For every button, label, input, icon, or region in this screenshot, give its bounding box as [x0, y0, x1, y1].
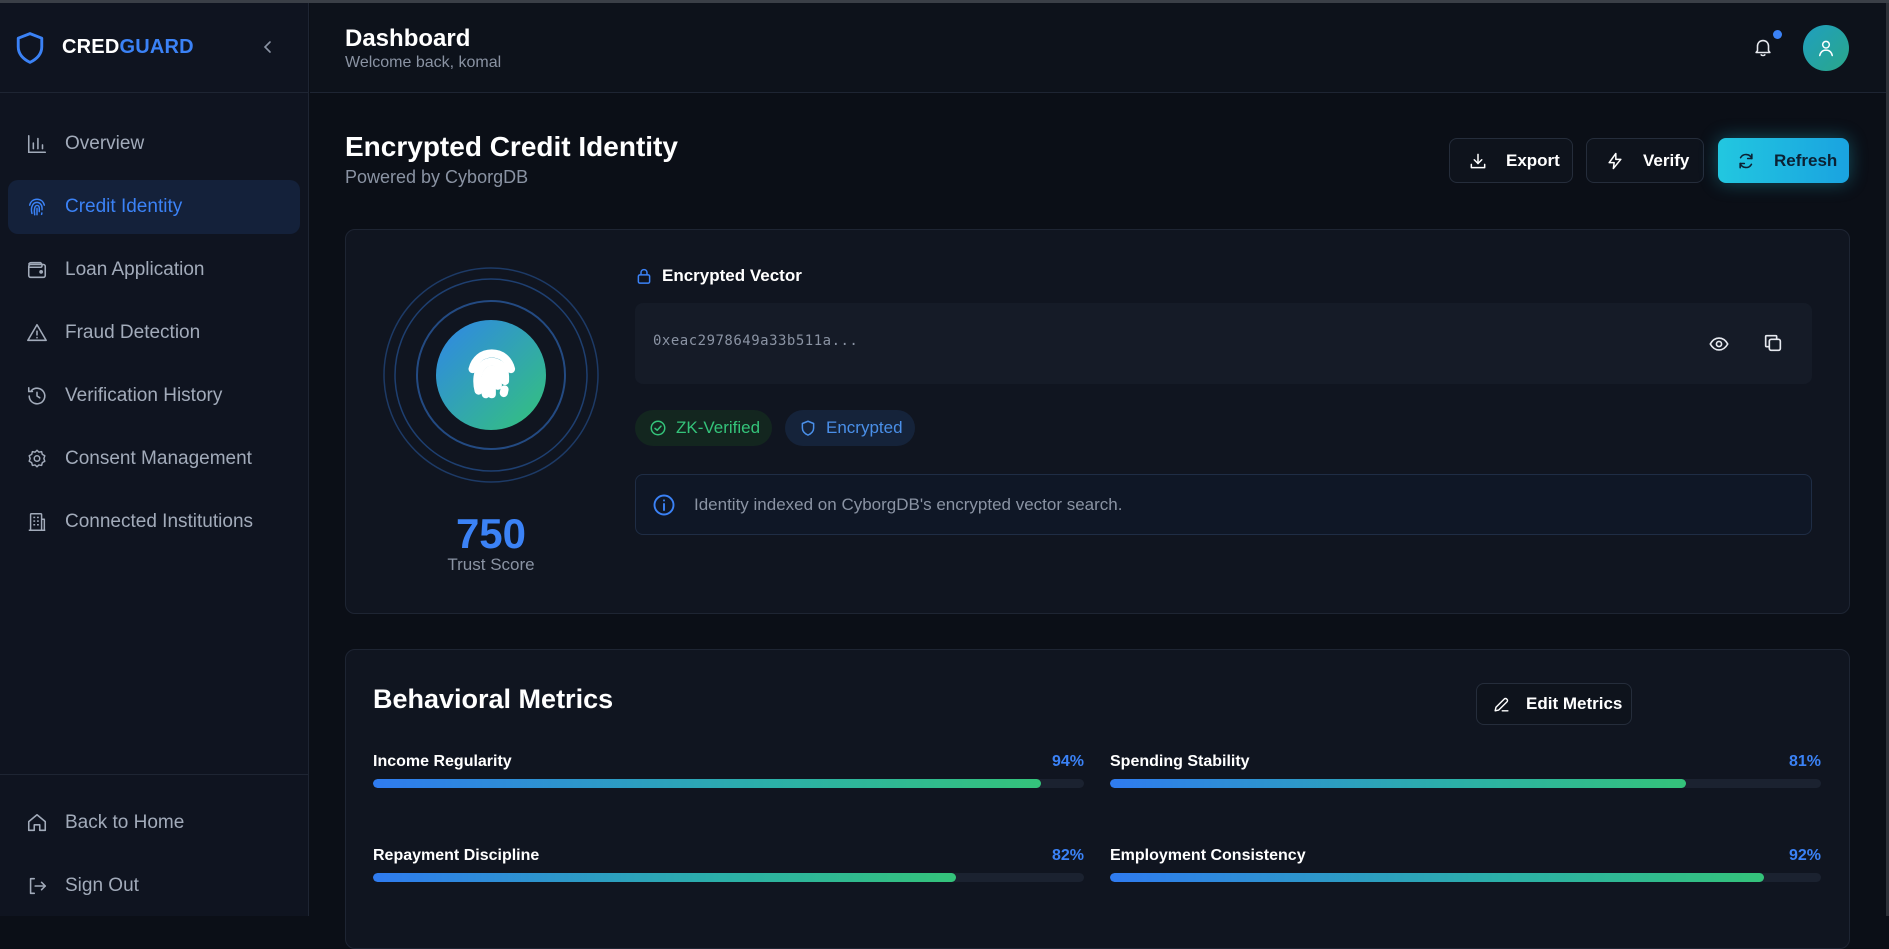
section-title: Encrypted Credit Identity: [345, 131, 678, 162]
shield-icon: [801, 420, 815, 436]
edit-metrics-button[interactable]: Edit Metrics: [1476, 683, 1632, 725]
refresh-icon: [1739, 153, 1753, 168]
identity-card: 750 Trust Score Encrypted Vector 0xeac29…: [345, 229, 1850, 614]
verify-button[interactable]: Verify: [1586, 138, 1704, 183]
encrypted-badge: Encrypted: [785, 410, 915, 446]
metric-name: Repayment Discipline: [373, 847, 540, 864]
sidebar-item-sign-out[interactable]: Sign Out: [8, 859, 300, 913]
fingerprint-badge: [383, 267, 599, 483]
lock-icon: [637, 268, 651, 284]
metric-name: Spending Stability: [1110, 753, 1250, 770]
progress-fill: [373, 779, 1042, 788]
pencil-icon: [1494, 697, 1509, 712]
info-text: Identity indexed on CyborgDB's encrypted…: [694, 494, 1123, 514]
history-icon: [27, 386, 46, 405]
page-title: Dashboard: [345, 25, 471, 52]
main-content: Encrypted Credit Identity Powered by Cyb…: [310, 93, 1886, 949]
sidebar-item-label: Loan Application: [65, 259, 205, 280]
refresh-label: Refresh: [1774, 150, 1838, 170]
progress-track: [373, 779, 1084, 788]
sidebar-item-credit-identity[interactable]: Credit Identity: [8, 180, 300, 234]
wallet-icon: [27, 261, 47, 279]
behavioral-metrics-card: Behavioral Metrics Edit Metrics Income R…: [345, 649, 1850, 949]
brand-cred: CRED: [62, 36, 120, 58]
progress-track: [373, 873, 1084, 882]
sidebar-nav: Overview Credit Identity Loan Applicatio…: [0, 93, 308, 549]
metric-percent: 94%: [1051, 753, 1084, 770]
metric-percent: 81%: [1788, 753, 1821, 770]
sidebar-item-back-to-home[interactable]: Back to Home: [8, 796, 300, 850]
top-header: Dashboard Welcome back, komal: [310, 3, 1886, 93]
sidebar-item-overview[interactable]: Overview: [8, 117, 300, 171]
sidebar-item-consent-management[interactable]: Consent Management: [8, 432, 300, 486]
sidebar-item-label: Credit Identity: [65, 196, 183, 217]
fingerprint-icon: [468, 349, 516, 399]
sidebar: CREDGUARD Overview Credit Identity Loan …: [0, 3, 309, 916]
user-icon: [1819, 40, 1833, 57]
sidebar-item-label: Fraud Detection: [65, 322, 201, 343]
verify-label: Verify: [1643, 150, 1690, 170]
sidebar-item-label: Sign Out: [65, 875, 139, 896]
zk-verified-badge: ZK-Verified: [635, 410, 772, 446]
sidebar-item-label: Overview: [65, 133, 145, 154]
home-icon: [27, 813, 47, 832]
fingerprint-icon: [28, 198, 46, 216]
eye-icon[interactable]: [1708, 333, 1730, 355]
brand: CREDGUARD: [0, 3, 308, 93]
vector-value: 0xeac2978649a33b511a...: [653, 333, 859, 349]
check-circle-icon: [650, 420, 666, 436]
sidebar-item-verification-history[interactable]: Verification History: [8, 369, 300, 423]
gear-icon: [28, 449, 46, 468]
brand-guard: GUARD: [119, 36, 194, 58]
trust-score-label: Trust Score: [447, 555, 535, 574]
encrypted-vector-label: Encrypted Vector: [662, 266, 802, 285]
encrypted-vector-heading: Encrypted Vector: [635, 266, 802, 286]
brand-wordmark: CREDGUARD: [62, 36, 194, 59]
shield-logo-icon: [16, 31, 44, 64]
sign-out-icon: [29, 877, 47, 895]
download-icon: [1470, 153, 1486, 168]
bell-icon[interactable]: [1752, 36, 1774, 58]
sidebar-item-label: Verification History: [65, 385, 223, 406]
refresh-button[interactable]: Refresh: [1718, 138, 1849, 183]
lightning-icon: [1608, 152, 1622, 169]
progress-track: [1110, 779, 1821, 788]
sidebar-item-fraud-detection[interactable]: Fraud Detection: [8, 306, 300, 360]
metrics-title: Behavioral Metrics: [373, 684, 614, 714]
edit-metrics-label: Edit Metrics: [1526, 694, 1623, 713]
zk-verified-label: ZK-Verified: [676, 418, 761, 437]
copy-icon[interactable]: [1762, 332, 1784, 354]
welcome-text: Welcome back, komal: [345, 54, 502, 71]
sidebar-item-loan-application[interactable]: Loan Application: [8, 243, 300, 297]
section-subtitle: Powered by CyborgDB: [345, 167, 529, 187]
alert-triangle-icon: [27, 323, 47, 342]
avatar[interactable]: [1803, 25, 1849, 71]
chevron-left-icon[interactable]: [258, 37, 278, 57]
trust-score-value: 750: [455, 510, 527, 557]
sidebar-item-label: Connected Institutions: [65, 511, 254, 532]
metric-name: Employment Consistency: [1110, 847, 1306, 864]
sidebar-footer: Back to Home Sign Out: [0, 774, 308, 916]
export-label: Export: [1506, 150, 1560, 170]
building-icon: [28, 513, 46, 531]
vector-display: 0xeac2978649a33b511a...: [635, 303, 1812, 384]
notification-dot: [1773, 30, 1782, 39]
metric-percent: 82%: [1051, 847, 1084, 864]
metric-name: Income Regularity: [373, 753, 512, 770]
info-icon: [653, 494, 675, 515]
sidebar-item-connected-institutions[interactable]: Connected Institutions: [8, 495, 300, 549]
progress-fill: [1110, 873, 1765, 882]
metric-percent: 92%: [1788, 847, 1821, 864]
bar-chart-icon: [27, 134, 47, 154]
info-banner: Identity indexed on CyborgDB's encrypted…: [635, 474, 1812, 535]
encrypted-label: Encrypted: [826, 418, 903, 437]
sidebar-item-label: Consent Management: [65, 448, 252, 469]
progress-fill: [1110, 779, 1686, 788]
sidebar-item-label: Back to Home: [65, 812, 185, 833]
progress-fill: [373, 873, 957, 882]
export-button[interactable]: Export: [1449, 138, 1573, 183]
progress-track: [1110, 873, 1821, 882]
